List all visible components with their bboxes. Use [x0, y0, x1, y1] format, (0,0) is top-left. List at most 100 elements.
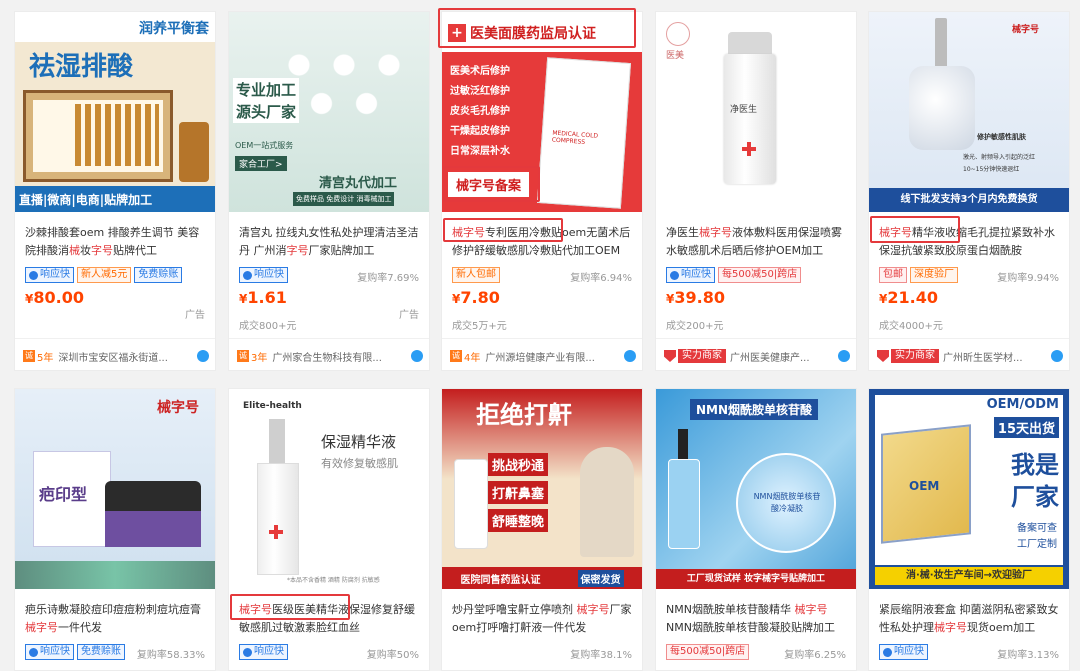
title-text: 妆	[80, 244, 91, 257]
chat-icon[interactable]	[838, 350, 850, 362]
tag-list: 响应快 免费赊账	[25, 644, 125, 660]
product-image[interactable]: + 医美面膜药监局认证 医美术后修护 过敏泛红修护 皮炎毛孔修护 干燥起皮修护 …	[442, 12, 642, 212]
product-image[interactable]: 专业加工 源头厂家 OEM一站式服务 家合工厂> 清宫丸代加工 免费样品 免费设…	[229, 12, 429, 212]
product-card[interactable]: 拒绝打鼾 挑战秒通 打鼾鼻塞 舒睡整晚 医院同售药监认证 保密发货 炒丹堂呼噜宝…	[441, 388, 643, 671]
image-headline: 专业加工	[233, 78, 300, 101]
product-image[interactable]: 拒绝打鼾 挑战秒通 打鼾鼻塞 舒睡整晚 医院同售药监认证 保密发货	[442, 389, 642, 589]
product-title[interactable]: 清宫丸 拉线丸女性私处护理清洁圣洁丹 广州消字号厂家贴牌加工	[239, 224, 423, 260]
product-image[interactable]: OEM/ODM 15天出货 OEM 我是 厂家 备案可查 工厂定制 消·械·妆生…	[869, 389, 1069, 589]
shop-info[interactable]: 诚 5年 深圳市宝安区福永街道...	[23, 348, 209, 364]
red-cross-icon	[269, 525, 283, 539]
product-title[interactable]: 紧辰缩阴液套盒 抑菌滋阴私密紧致女性私处护理械字号现货oem加工	[879, 601, 1063, 637]
tag-list: 响应快	[239, 644, 288, 660]
product-card[interactable]: + 医美面膜药监局认证 医美术后修护 过敏泛红修护 皮炎毛孔修护 干燥起皮修护 …	[441, 11, 643, 371]
shop-info[interactable]: 实力商家 广州昕生医学材...	[877, 348, 1063, 364]
title-highlight: 字号	[286, 244, 309, 257]
deal-volume: 成交4000+元	[879, 321, 943, 332]
product-card[interactable]: 械字号 疤印型 疤乐诗敷凝胶痘印痘痘粉刺痘坑痘膏械字号一件代发 响应快 免费赊账…	[14, 388, 216, 671]
tag-badge: 响应快	[239, 267, 288, 283]
product-title[interactable]: NMN烟酰胺单核苷酸精华 械字号 NMN烟酰胺单核苷酸凝胶贴牌加工OEM	[666, 601, 850, 637]
product-title[interactable]: 净医生械字号液体敷料医用保湿喷雾水敏感肌术后晒后修护OEM加工	[666, 224, 850, 260]
repurchase-rate: 复购率50%	[366, 650, 419, 661]
image-footer: 医院同售药监认证 保密发货	[442, 567, 642, 589]
title-highlight: 械字号	[879, 226, 912, 239]
image-header: + 医美面膜药监局认证	[442, 18, 638, 48]
shop-name[interactable]: 广州医美健康产...	[730, 349, 834, 364]
product-image[interactable]: Elite-health 保湿精华液 有效修复敏感肌 *本品不含香精 酒精 防腐…	[229, 389, 429, 589]
product-title[interactable]: 械字号医级医美精华液保湿修复舒缓敏感肌过敏激素脸红血丝	[239, 601, 423, 637]
product-image[interactable]: 械字号 修护敏感性肌肤 激光、射频导入引起的泛红 10~15分钟快速退红 线下批…	[869, 12, 1069, 212]
product-title[interactable]: 械字号专利医用冷敷贴oem无菌术后修护舒缓敏感肌冷敷贴代加工OEM	[452, 224, 636, 260]
chat-icon[interactable]	[624, 350, 636, 362]
image-caption: 免费样品 免费设计 消毒械加工	[293, 192, 395, 206]
price: ¥21.40	[879, 288, 938, 307]
shop-years: 4年	[464, 352, 481, 364]
product-card[interactable]: NMN烟酰胺单核苷酸 NMN烟酰胺单核苷酸冷凝胶 工厂现货试样 妆字械字号贴牌加…	[655, 388, 857, 671]
product-image[interactable]: 械字号 疤印型	[15, 389, 215, 589]
product-title[interactable]: 疤乐诗敷凝胶痘印痘痘粉刺痘坑痘膏械字号一件代发	[25, 601, 209, 637]
response-icon	[243, 647, 252, 657]
product-image[interactable]: NMN烟酰胺单核苷酸 NMN烟酰胺单核苷酸冷凝胶 工厂现货试样 妆字械字号贴牌加…	[656, 389, 856, 589]
product-title[interactable]: 炒丹堂呼噜宝鼾立停喷剂 械字号厂家oem打呼噜打鼾液一件代发	[452, 601, 636, 637]
divider	[229, 338, 429, 339]
brand-label: 械字号	[1011, 25, 1039, 35]
product-name: 疤印型	[39, 485, 88, 504]
product-card[interactable]: OEM/ODM 15天出货 OEM 我是 厂家 备案可查 工厂定制 消·械·妆生…	[868, 388, 1070, 671]
image-caption: 备案可查	[1017, 523, 1057, 534]
tag-list: 新人包邮	[452, 267, 500, 283]
promo-banner: 线下批发支持3个月内免费换货	[869, 188, 1069, 212]
response-icon	[670, 270, 679, 280]
tag-badge: 响应快	[879, 644, 928, 660]
title-text: 净医生	[666, 226, 699, 239]
title-text: 贴牌代工	[113, 244, 157, 257]
divider	[869, 338, 1069, 339]
shop-name[interactable]: 广州家合生物科技有限...	[272, 349, 407, 364]
years-icon: 诚	[237, 350, 249, 362]
product-card[interactable]: Elite-health 保湿精华液 有效修复敏感肌 *本品不含香精 酒精 防腐…	[228, 388, 430, 671]
product-image[interactable]: 润养平衡套 祛湿排酸 直播|微商|电商|贴牌加工	[15, 12, 215, 212]
repurchase-rate: 复购率6.94%	[570, 273, 632, 284]
product-card[interactable]: 专业加工 源头厂家 OEM一站式服务 家合工厂> 清宫丸代加工 免费样品 免费设…	[228, 11, 430, 371]
shop-info[interactable]: 诚 4年 广州源培健康产业有限...	[450, 348, 636, 364]
image-headline: 祛湿排酸	[29, 52, 134, 82]
image-caption: 工厂定制	[1017, 539, 1057, 550]
product-title[interactable]: 械字号精华液收缩毛孔提拉紧致补水保湿抗皱紧致胶原蛋白烟酰胺	[879, 224, 1063, 260]
title-text: 一件代发	[58, 621, 102, 634]
image-headline: 拒绝打鼾	[476, 401, 572, 429]
tag-badge: 新人包邮	[452, 267, 500, 283]
product-card[interactable]: 医美 净医生 净医生械字号液体敷料医用保湿喷雾水敏感肌术后晒后修护OEM加工 响…	[655, 11, 857, 371]
product-card[interactable]: 润养平衡套 祛湿排酸 直播|微商|电商|贴牌加工 沙棘排酸套oem 排酸养生调节…	[14, 11, 216, 371]
title-text: NMN烟酰胺单核苷酸凝胶贴牌加工OEM	[666, 621, 835, 634]
product-image[interactable]: 医美 净医生	[656, 12, 856, 212]
title-highlight: 械字号	[452, 226, 485, 239]
title-highlight: 械字号	[576, 603, 610, 616]
product-card[interactable]: 械字号 修护敏感性肌肤 激光、射频导入引起的泛红 10~15分钟快速退红 线下批…	[868, 11, 1070, 371]
feature-list: 医美术后修护 过敏泛红修护 皮炎毛孔修护 干燥起皮修护 日常深层补水	[450, 66, 510, 157]
chat-icon[interactable]	[1051, 350, 1063, 362]
tag-badge: 深度验厂	[910, 267, 958, 283]
product-title[interactable]: 沙棘排酸套oem 排酸养生调节 美容院排酸消械妆字号贴牌代工	[25, 224, 209, 260]
brand-name: 医美	[666, 51, 685, 61]
title-text: 现货oem加工	[967, 621, 1036, 634]
tag-badge: 每500减50|跨店	[666, 644, 750, 660]
shop-name[interactable]: 广州昕生医学材...	[943, 349, 1047, 364]
response-icon	[883, 647, 892, 657]
tag-badge: 免费赊账	[77, 644, 125, 660]
tag-badge: 响应快	[239, 644, 288, 660]
product-grid: 润养平衡套 祛湿排酸 直播|微商|电商|贴牌加工 沙棘排酸套oem 排酸养生调节…	[0, 0, 1080, 671]
shop-name[interactable]: 广州源培健康产业有限...	[485, 349, 620, 364]
divider	[15, 338, 215, 339]
image-headline: OEM/ODM	[986, 397, 1059, 412]
chat-icon[interactable]	[411, 350, 423, 362]
title-highlight: 械	[69, 244, 80, 257]
shop-name[interactable]: 深圳市宝安区福永街道...	[58, 349, 193, 364]
power-merchant-icon	[664, 350, 676, 362]
title-text: 疤乐诗敷凝胶痘印痘痘粉刺痘坑痘膏	[25, 603, 201, 616]
divider	[656, 338, 856, 339]
image-footer: 工厂现货试样 妆字械字号贴牌加工	[656, 569, 856, 589]
image-headline: 保湿精华液	[321, 433, 397, 451]
response-icon	[29, 270, 38, 280]
shop-info[interactable]: 诚 3年 广州家合生物科技有限...	[237, 348, 423, 364]
shop-info[interactable]: 实力商家 广州医美健康产...	[664, 348, 850, 364]
chat-icon[interactable]	[197, 350, 209, 362]
